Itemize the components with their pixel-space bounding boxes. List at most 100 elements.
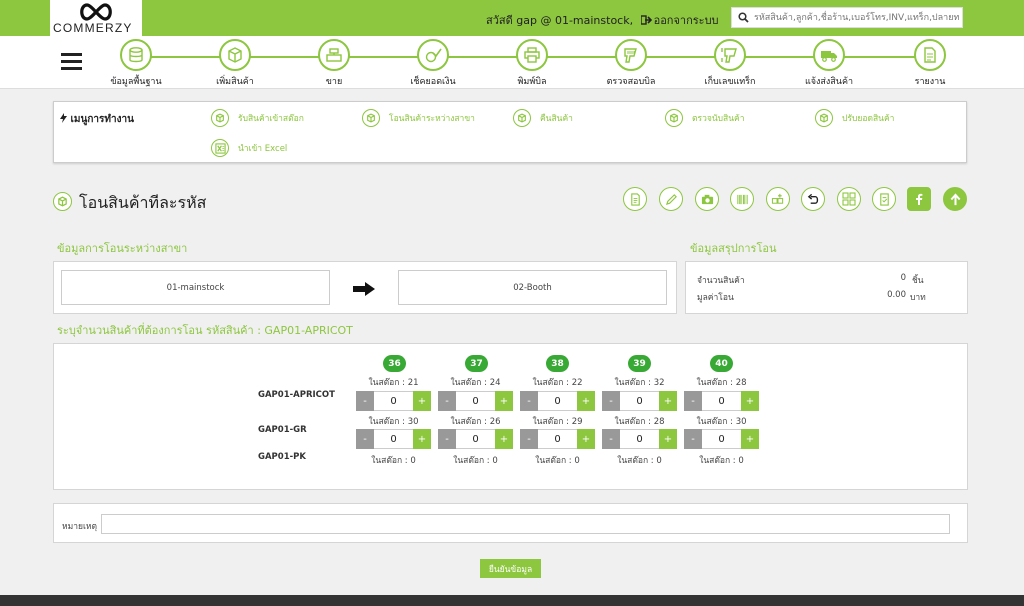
decrement-button[interactable]: - (356, 429, 374, 449)
menu-return-product[interactable]: คืนสินค้า (513, 108, 573, 128)
add-product-icon (771, 193, 784, 204)
stock-value: 0 (492, 456, 498, 466)
nav-item-basic-data[interactable]: ข้อมูลพื้นฐาน (96, 39, 176, 88)
document-button[interactable] (623, 187, 647, 211)
increment-button[interactable]: + (495, 391, 513, 411)
stock-prefix: ในสต๊อก : (535, 456, 575, 466)
nav-item-add-product[interactable]: เพิ่มสินค้า (195, 39, 275, 88)
nav-item-tracking[interactable]: เก็บเลขแทร็ก (690, 39, 770, 88)
quantity-stepper[interactable]: -0 + (602, 391, 677, 411)
excel-icon (211, 139, 229, 157)
increment-button[interactable]: + (741, 391, 759, 411)
stock-count: ในสต๊อก : 0 (356, 453, 431, 467)
note-input[interactable] (101, 514, 950, 534)
from-branch-select[interactable]: 01-mainstock (61, 270, 330, 305)
menu-transfer-branch[interactable]: โอนสินค้าระหว่างสาขา (362, 108, 475, 128)
stock-count: ในสต๊อก : 24 (438, 375, 513, 389)
edit-button[interactable] (659, 187, 683, 211)
nav-item-report[interactable]: รายงาน (890, 39, 970, 88)
barcode-scanner-icon (714, 39, 746, 71)
quantity-stepper[interactable]: -0 + (356, 391, 431, 411)
quantity-stepper[interactable]: -0 + (684, 429, 759, 449)
transfer-section-title: ข้อมูลการโอนระหว่างสาขา (57, 242, 188, 255)
camera-button[interactable] (695, 187, 719, 211)
quantity-value[interactable]: 0 (374, 429, 413, 449)
stock-value: 26 (489, 417, 501, 427)
decrement-button[interactable]: - (602, 429, 620, 449)
grid-button[interactable] (837, 187, 861, 211)
decrement-button[interactable]: - (356, 391, 374, 411)
increment-button[interactable]: + (659, 429, 677, 449)
decrement-button[interactable]: - (602, 391, 620, 411)
summary-panel (685, 261, 968, 314)
quantity-stepper[interactable]: -0 + (356, 429, 431, 449)
quantity-stepper[interactable]: -0 + (684, 391, 759, 411)
quantity-stepper[interactable]: -0 + (438, 391, 513, 411)
increment-button[interactable]: + (659, 391, 677, 411)
increment-button[interactable]: + (741, 429, 759, 449)
nav-item-check-bill[interactable]: ตรวจสอบบิล (591, 39, 671, 88)
stock-count: ในสต๊อก : 0 (684, 453, 759, 467)
scanner-icon (615, 39, 647, 71)
decrement-button[interactable]: - (520, 391, 538, 411)
undo-button[interactable] (801, 187, 825, 211)
logo[interactable]: COMMERZY (50, 0, 142, 36)
increment-button[interactable]: + (577, 391, 595, 411)
quantity-value[interactable]: 0 (456, 391, 495, 411)
stock-value: 32 (653, 378, 665, 388)
barcode-button[interactable] (730, 187, 754, 211)
decrement-button[interactable]: - (520, 429, 538, 449)
stock-count: ในสต๊อก : 30 (356, 414, 431, 428)
quantity-value[interactable]: 0 (538, 391, 577, 411)
quantity-value[interactable]: 0 (702, 429, 741, 449)
logout-link[interactable]: ออกจากระบบ (654, 14, 719, 27)
stock-prefix: ในสต๊อก : (696, 417, 736, 427)
menu-receive-stock[interactable]: รับสินค้าเข้าสต๊อก (211, 108, 304, 128)
menu-adjust-stock[interactable]: ปรับยอดสินค้า (815, 108, 894, 128)
facebook-button[interactable] (907, 187, 931, 211)
quantity-value[interactable]: 0 (620, 429, 659, 449)
summary-qty-unit: ชิ้น (912, 276, 924, 286)
check-money-icon (417, 39, 449, 71)
menu-stock-count[interactable]: ตรวจนับสินค้า (665, 108, 745, 128)
checklist-button[interactable] (872, 187, 896, 211)
size-badge: 39 (628, 355, 651, 372)
nav-item-delivery[interactable]: แจ้งส่งสินค้า (789, 39, 869, 88)
quantity-value[interactable]: 0 (538, 429, 577, 449)
decrement-button[interactable]: - (438, 391, 456, 411)
add-product-button[interactable] (766, 187, 790, 211)
upload-button[interactable] (943, 187, 967, 211)
quantity-stepper[interactable]: -0 + (602, 429, 677, 449)
nav-item-sell[interactable]: ขาย (294, 39, 374, 88)
confirm-button[interactable]: ยืนยันข้อมูล (480, 559, 541, 578)
quantity-value[interactable]: 0 (620, 391, 659, 411)
quantity-stepper[interactable]: -0 + (520, 391, 595, 411)
stock-value: 0 (410, 456, 416, 466)
hamburger-menu-icon[interactable] (61, 53, 82, 70)
nav-item-check-money[interactable]: เช็คยอดเงิน (393, 39, 473, 88)
search-input[interactable] (754, 10, 960, 25)
report-icon (914, 39, 946, 71)
decrement-button[interactable]: - (684, 391, 702, 411)
menu-import-excel[interactable]: นำเข้า Excel (211, 138, 287, 158)
search-icon (738, 12, 749, 23)
quantity-stepper[interactable]: -0 + (520, 429, 595, 449)
increment-button[interactable]: + (495, 429, 513, 449)
quantity-value[interactable]: 0 (456, 429, 495, 449)
grid-icon (842, 192, 856, 206)
stock-value: 21 (407, 378, 419, 388)
logout-icon[interactable] (640, 15, 652, 25)
quantity-value[interactable]: 0 (374, 391, 413, 411)
quantity-value[interactable]: 0 (702, 391, 741, 411)
nav-item-print-bill[interactable]: พิมพ์บิล (492, 39, 572, 88)
decrement-button[interactable]: - (438, 429, 456, 449)
stock-prefix: ในสต๊อก : (450, 417, 490, 427)
quantity-stepper[interactable]: -0 + (438, 429, 513, 449)
to-branch-select[interactable]: 02-Booth (398, 270, 667, 305)
decrement-button[interactable]: - (684, 429, 702, 449)
stock-value: 29 (571, 417, 583, 427)
global-search[interactable] (731, 7, 963, 28)
increment-button[interactable]: + (577, 429, 595, 449)
increment-button[interactable]: + (413, 429, 431, 449)
increment-button[interactable]: + (413, 391, 431, 411)
